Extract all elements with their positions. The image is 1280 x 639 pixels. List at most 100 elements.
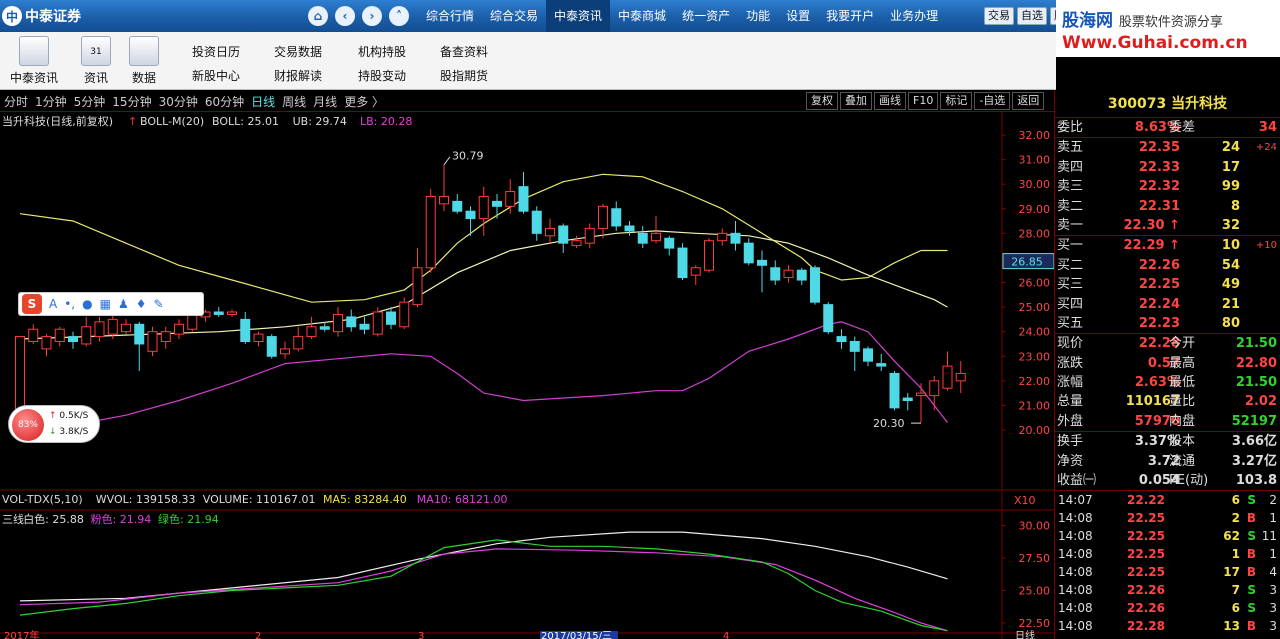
back-icon[interactable]: ‹ — [335, 6, 355, 26]
chart-control-button[interactable]: 复权 — [806, 92, 838, 110]
volume-legend-item: WVOL: 139158.33 — [96, 493, 196, 506]
link-holding[interactable]: 持股变动 — [358, 67, 406, 84]
tick-count: 3 — [1269, 619, 1277, 634]
candle — [942, 365, 953, 389]
ask-row[interactable]: 卖五 22.35 24 +24 — [1055, 138, 1280, 157]
ask-row[interactable]: 卖一 22.30 ↑ 32 — [1055, 216, 1280, 235]
period-tab[interactable]: 更多 〉 — [344, 93, 384, 110]
period-tab[interactable]: 5分钟 — [74, 93, 106, 110]
forward-icon[interactable]: › — [362, 6, 382, 26]
chart-control-button[interactable]: 返回 — [1012, 92, 1045, 110]
chart-title: 当升科技(日线,前复权) — [2, 114, 113, 128]
bid-row[interactable]: 买二 22.26 54 — [1055, 256, 1280, 275]
ime-mode-icon[interactable]: A — [49, 297, 57, 311]
link-institution[interactable]: 机构持股 — [358, 43, 406, 60]
link-reference[interactable]: 备查资料 — [440, 43, 488, 60]
top-right-button[interactable]: 交易 — [984, 7, 1014, 25]
candle — [518, 186, 529, 212]
chart-control-button[interactable]: -自选 — [974, 92, 1011, 110]
chart-control-button[interactable]: 叠加 — [840, 92, 872, 110]
indicator-name[interactable]: BOLL-M(20) — [140, 115, 204, 128]
period-tab[interactable]: 分时 — [4, 93, 28, 110]
top-menu-item[interactable]: 综合行情 — [418, 0, 482, 32]
chart-control-button[interactable]: F10 — [908, 92, 939, 110]
top-menu-item[interactable]: 设置 — [778, 0, 818, 32]
bid-row[interactable]: 买四 22.24 21 — [1055, 295, 1280, 314]
quote-value: 21.50 — [1235, 375, 1277, 391]
chart-control-button[interactable]: 画线 — [874, 92, 906, 110]
main-legend-item: LB: 20.28 — [360, 115, 412, 128]
top-menu-item[interactable]: 功能 — [738, 0, 778, 32]
link-trade-data[interactable]: 交易数据 — [274, 43, 322, 60]
period-tab[interactable]: 日线 — [251, 93, 275, 110]
quote-label: 现价 — [1057, 336, 1084, 352]
period-tab[interactable]: 月线 — [313, 93, 337, 110]
link-ipo[interactable]: 新股中心 — [192, 67, 240, 84]
up-icon[interactable]: ˄ — [389, 6, 409, 26]
candle — [757, 259, 767, 266]
book-volume: 24 — [1221, 140, 1240, 156]
top-right-button[interactable]: 自选 — [1017, 7, 1047, 25]
tick-volume: 7 — [1231, 583, 1240, 598]
candle — [439, 195, 449, 205]
period-tab[interactable]: 60分钟 — [205, 93, 244, 110]
ime-logo-icon[interactable]: S — [22, 294, 42, 314]
three-line-绿色 — [19, 539, 948, 632]
top-menu-item[interactable]: 中泰资讯 — [546, 0, 611, 32]
network-speed-widget[interactable]: 83% ↑ 0.5K/S ↓ 3.8K/S — [8, 405, 100, 443]
quote-label: 涨跌 — [1057, 355, 1084, 371]
candle — [227, 311, 237, 315]
tick-row: 14:08 22.25 17 B 4 — [1055, 563, 1280, 581]
candle — [121, 323, 131, 333]
tick-price: 22.25 — [1127, 547, 1165, 562]
period-tab[interactable]: 15分钟 — [112, 93, 151, 110]
candle — [929, 380, 940, 397]
top-menu-item[interactable]: 我要开户 — [818, 0, 882, 32]
bid-row[interactable]: 买一 22.29 ↑ 10 +10 — [1055, 236, 1280, 255]
top-menu-item[interactable]: 统一资产 — [674, 0, 738, 32]
period-tab[interactable]: 周线 — [282, 93, 306, 110]
mic-icon[interactable]: ● — [82, 297, 92, 311]
data-button[interactable]: 数据 — [116, 36, 172, 86]
news-button[interactable]: 中泰资讯 — [6, 36, 62, 86]
skin-icon[interactable]: ♦ — [136, 297, 147, 311]
period-tab[interactable]: 1分钟 — [35, 93, 67, 110]
top-menu-item[interactable]: 业务办理 — [882, 0, 946, 32]
link-report[interactable]: 财报解读 — [274, 67, 322, 84]
chart-area[interactable]: 当升科技(日线,前复权) ↑ BOLL-M(20) BOLL: 25.01 UB: 2… — [0, 112, 1054, 639]
tick-volume: 1 — [1231, 547, 1240, 562]
tick-direction: S — [1247, 583, 1256, 598]
quote-value: 52197 — [1231, 413, 1277, 429]
ask-row[interactable]: 卖二 22.31 8 — [1055, 197, 1280, 216]
ask-row[interactable]: 卖三 22.32 99 — [1055, 177, 1280, 196]
home-icon[interactable]: ⌂ — [308, 6, 328, 26]
punct-icon[interactable]: •, — [64, 297, 75, 311]
keyboard-icon[interactable]: ▦ — [100, 297, 111, 311]
period-tab[interactable]: 30分钟 — [159, 93, 198, 110]
book-price: 22.33 — [1138, 159, 1180, 175]
high-marker-label: 30.79 — [452, 150, 484, 163]
link-futures[interactable]: 股指期货 — [440, 67, 488, 84]
wrench-icon[interactable]: ✎ — [153, 297, 163, 311]
y-tick-label: 30.00 — [1019, 178, 1051, 191]
lines-legend-item: 白色: 25.88 — [23, 512, 84, 526]
bid-row[interactable]: 买三 22.25 49 — [1055, 275, 1280, 294]
y-tick-label: 32.00 — [1019, 129, 1051, 142]
candle — [465, 210, 476, 220]
x-tick-label: 4 — [723, 631, 729, 639]
candle — [916, 392, 926, 397]
top-menu-item[interactable]: 中泰商城 — [610, 0, 674, 32]
ask-row[interactable]: 卖四 22.33 17 — [1055, 158, 1280, 177]
ime-toolbar[interactable]: S A •, ● ▦ ♟ ♦ ✎ — [18, 292, 204, 316]
chart-control-button[interactable]: 标记 — [940, 92, 973, 110]
candle — [876, 363, 887, 367]
link-calendar[interactable]: 投资日历 — [192, 43, 240, 60]
top-menu-item[interactable]: 综合交易 — [482, 0, 546, 32]
tick-time: 14:08 — [1058, 547, 1093, 562]
bid-row[interactable]: 买五 22.23 80 — [1055, 314, 1280, 333]
tick-time: 14:08 — [1058, 601, 1093, 616]
candle — [266, 336, 277, 357]
quote-value: 3.66亿 — [1231, 434, 1277, 450]
user-icon[interactable]: ♟ — [118, 297, 129, 311]
quote-body: 委比 8.63% 委差 34 卖五 22.35 24 +24 卖四 22.33 17 卖三 22.32 9… — [1055, 118, 1280, 635]
